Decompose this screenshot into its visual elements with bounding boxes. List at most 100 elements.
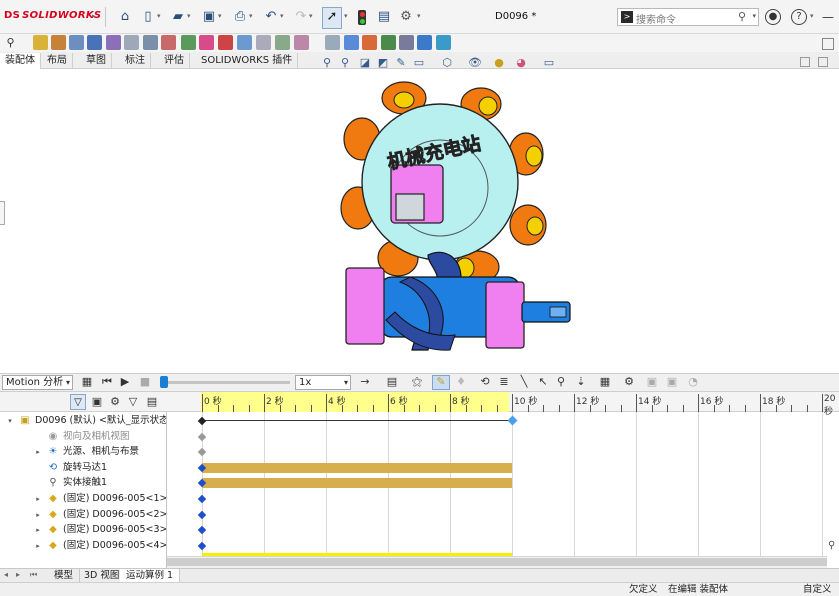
- status-custom[interactable]: 自定义: [803, 583, 832, 596]
- interference-icon[interactable]: [344, 35, 359, 50]
- tab-scroll-first-icon[interactable]: ⏮: [30, 570, 37, 580]
- open-dropdown-icon[interactable]: ▾: [187, 12, 193, 20]
- tab-solidworks-addins[interactable]: SOLIDWORKS 插件: [196, 53, 299, 69]
- filter-selected-icon[interactable]: ▽: [126, 395, 140, 409]
- tab-scroll-right-icon[interactable]: ▸: [16, 570, 20, 579]
- view-filter-icon[interactable]: ⚲: [3, 35, 18, 50]
- insert-component-icon[interactable]: [33, 35, 48, 50]
- file-properties-icon[interactable]: ▤: [376, 9, 392, 25]
- show-hidden-icon[interactable]: [124, 35, 139, 50]
- large-assembly-icon[interactable]: [294, 35, 309, 50]
- scrollbar-thumb[interactable]: [167, 558, 827, 566]
- calculate-icon[interactable]: ▦: [80, 375, 94, 389]
- tab-markup[interactable]: 标注: [120, 53, 151, 69]
- expand-caret-icon[interactable]: ▸: [33, 507, 43, 523]
- update-speedpak-icon[interactable]: [256, 35, 271, 50]
- undo-icon[interactable]: ↶: [263, 9, 279, 25]
- reference-geometry-icon[interactable]: [161, 35, 176, 50]
- help-dropdown-icon[interactable]: ▾: [810, 12, 816, 20]
- collapse-caret-icon[interactable]: ▾: [5, 413, 15, 429]
- user-account-icon[interactable]: ●: [765, 9, 781, 25]
- tab-evaluate[interactable]: 评估: [159, 53, 190, 69]
- clearance-icon[interactable]: [362, 35, 377, 50]
- expand-caret-icon[interactable]: ▸: [33, 538, 43, 554]
- search-icon[interactable]: ⚲: [738, 10, 746, 23]
- previous-view-icon[interactable]: ◪: [358, 56, 372, 70]
- redo-dropdown-icon[interactable]: ▾: [309, 12, 315, 20]
- take-snapshot-icon[interactable]: [275, 35, 290, 50]
- solidworks-logo[interactable]: DS SOLIDWORKS: [4, 10, 101, 21]
- tree-row[interactable]: ⟲ 旋转马达1: [0, 460, 166, 476]
- exploded-view-icon[interactable]: [218, 35, 233, 50]
- save-dropdown-icon[interactable]: ▾: [218, 12, 224, 20]
- minimize-button[interactable]: —: [819, 8, 837, 26]
- zoom-to-area-icon[interactable]: ⚲: [338, 56, 352, 70]
- apply-scene-icon[interactable]: ◕: [514, 56, 528, 70]
- home-icon[interactable]: ⌂: [117, 9, 133, 25]
- section-properties-icon[interactable]: [436, 35, 451, 50]
- play-from-start-icon[interactable]: ⏮: [100, 375, 114, 389]
- new-dropdown-icon[interactable]: ▾: [157, 12, 163, 20]
- add-key-icon[interactable]: ♦: [454, 375, 468, 389]
- filter-results-icon[interactable]: ▤: [145, 395, 159, 409]
- zoom-timeline-icon[interactable]: ⚲: [828, 540, 839, 554]
- expand-caret-icon[interactable]: ▸: [33, 491, 43, 507]
- gravity-icon[interactable]: ⇣: [574, 375, 588, 389]
- measure-icon[interactable]: [399, 35, 414, 50]
- timeline-feature-bar[interactable]: [202, 478, 512, 489]
- tree-row[interactable]: ▸ ☀ 光源、相机与布景: [0, 444, 166, 460]
- design-study-icon[interactable]: ▣: [665, 375, 679, 389]
- save-animation-icon[interactable]: ▤: [385, 375, 399, 389]
- tab-model[interactable]: 模型: [48, 569, 81, 582]
- playback-speed-select[interactable]: 1x ▾: [295, 375, 351, 390]
- move-component-icon[interactable]: [106, 35, 121, 50]
- display-style-icon[interactable]: ⬡: [440, 56, 454, 70]
- filter-icon[interactable]: ▽: [70, 394, 86, 410]
- contact-icon[interactable]: ⚲: [554, 375, 568, 389]
- assembly-features-icon[interactable]: [143, 35, 158, 50]
- tab-scroll-left-icon[interactable]: ◂: [4, 570, 8, 579]
- toolbar-collapse-icon[interactable]: [822, 38, 834, 50]
- hide-show-items-icon[interactable]: 👁: [468, 56, 482, 70]
- study-type-select[interactable]: Motion 分析 ▾: [2, 375, 73, 390]
- help-icon[interactable]: ?: [791, 9, 807, 25]
- play-icon[interactable]: ▶: [118, 375, 132, 389]
- tab-layout[interactable]: 布局: [42, 53, 73, 69]
- tree-row[interactable]: ⚲ 实体接触1: [0, 475, 166, 491]
- stop-icon[interactable]: ■: [138, 375, 152, 389]
- menu-expand-icon[interactable]: ▸: [92, 12, 98, 20]
- playback-slider-thumb[interactable]: [160, 376, 168, 388]
- bill-of-materials-icon[interactable]: [199, 35, 214, 50]
- dynamic-annotation-icon[interactable]: ✎: [394, 56, 408, 70]
- tree-row[interactable]: ▸ ◆ (固定) D0096-005<3> (默: [0, 522, 166, 538]
- tab-assembly[interactable]: 装配体: [0, 53, 41, 69]
- playback-mode-icon[interactable]: →: [358, 375, 372, 389]
- results-plots-icon[interactable]: ▦: [598, 375, 612, 389]
- search-input[interactable]: 搜索命令: [636, 11, 676, 26]
- timeline-feature-bar[interactable]: [202, 462, 512, 473]
- view-orientation-icon[interactable]: ▭: [412, 56, 426, 70]
- rebuild-traffic-light-icon[interactable]: [358, 10, 366, 25]
- tab-sketch[interactable]: 草图: [81, 53, 112, 69]
- search-dropdown-icon[interactable]: ▾: [752, 12, 756, 20]
- zoom-to-fit-icon[interactable]: ⚲: [320, 56, 334, 70]
- options-dropdown-icon[interactable]: ▾: [417, 12, 423, 20]
- search-commands[interactable]: > 搜索命令 ⚲ ▾: [617, 8, 759, 26]
- tab-motion-study-1[interactable]: 运动算例 1: [120, 569, 181, 582]
- simulation-setup-icon[interactable]: ▣: [645, 375, 659, 389]
- spring-icon[interactable]: ≣: [497, 375, 511, 389]
- tree-row[interactable]: ◉ 视向及相机视图: [0, 429, 166, 445]
- expand-caret-icon[interactable]: ▸: [33, 444, 43, 460]
- optimization-icon[interactable]: ◔: [686, 375, 700, 389]
- redo-icon[interactable]: ↷: [293, 9, 309, 25]
- filter-driving-icon[interactable]: ⚙: [108, 395, 122, 409]
- sidebar-flyout-handle[interactable]: [0, 201, 5, 225]
- viewport-maximize-icon[interactable]: [818, 57, 828, 67]
- options-gear-icon[interactable]: ⚙: [398, 9, 414, 25]
- force-icon[interactable]: ↖: [536, 375, 550, 389]
- viewport-restore-icon[interactable]: [800, 57, 810, 67]
- select-dropdown-icon[interactable]: ▾: [344, 12, 350, 20]
- mate-icon[interactable]: [51, 35, 66, 50]
- expand-caret-icon[interactable]: ▸: [33, 522, 43, 538]
- print-icon[interactable]: ⎙: [232, 9, 248, 25]
